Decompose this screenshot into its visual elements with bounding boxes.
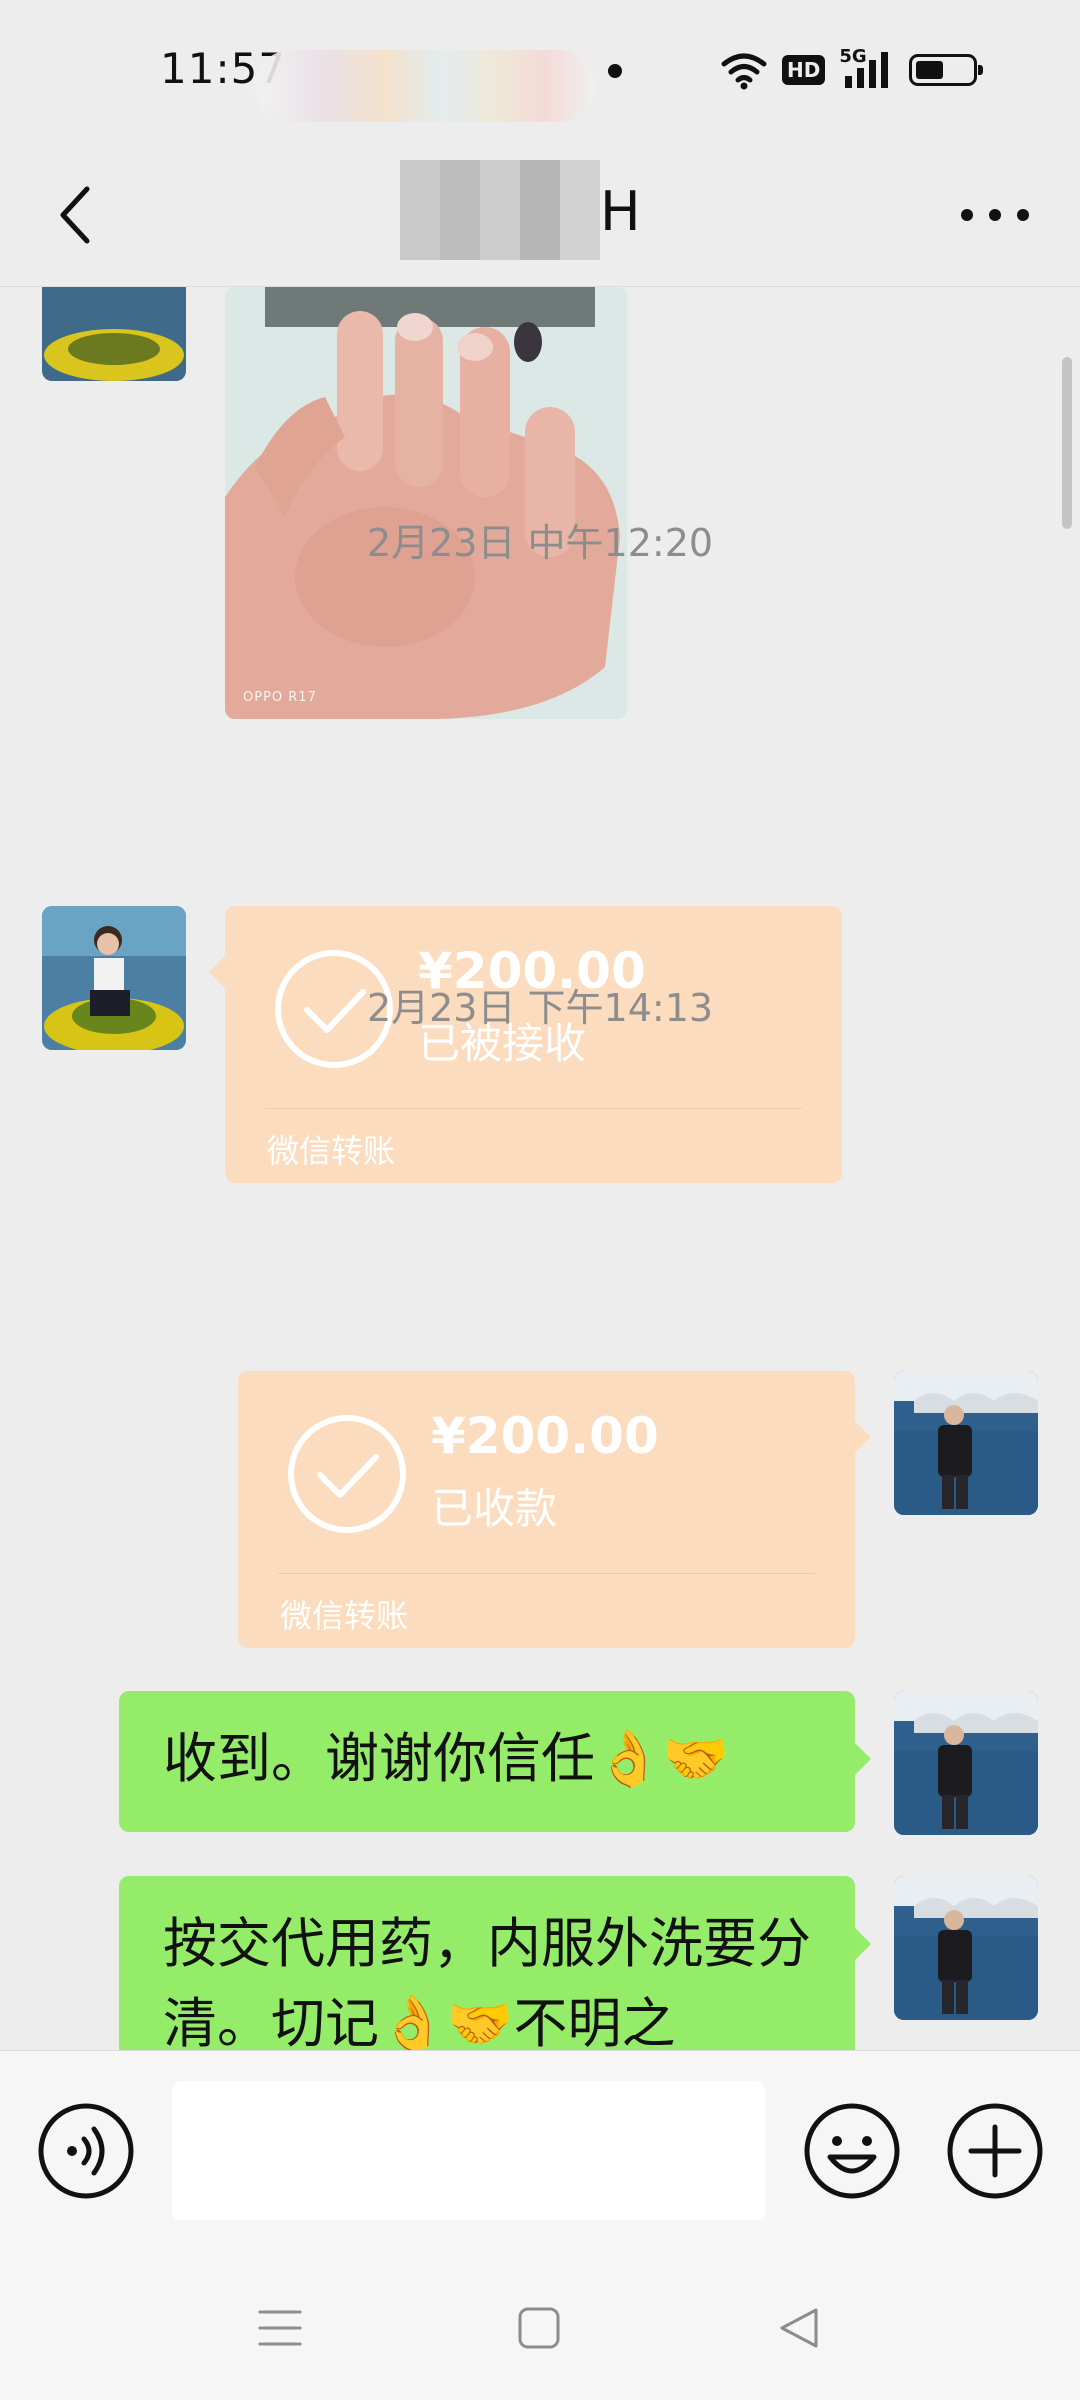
home-button[interactable] [509,2298,569,2358]
photo-watermark: OPPO R17 [243,690,317,705]
text-message-sent[interactable]: 收到。谢谢你信任👌🤝 [119,1691,871,1832]
cellular-signal-icon: 5G [839,46,895,90]
contact-avatar[interactable] [42,287,186,381]
status-icons: HD 5G [720,46,984,92]
recent-apps-button[interactable] [250,2298,310,2358]
battery-icon [909,54,984,86]
message-timestamp: 2月23日 下午14:13 [366,986,714,1030]
system-navigation-bar [0,2220,1080,2400]
plus-icon [947,2103,1043,2199]
emoji-button[interactable] [802,2101,902,2201]
back-button[interactable] [40,180,110,250]
scrollbar[interactable] [1062,357,1072,529]
status-bar: 11:57 HD 5G [0,0,1080,140]
message-input[interactable] [172,2081,765,2223]
hd-badge: HD [782,55,826,85]
divider [278,1573,815,1574]
message-text: 按交代用药，内服外洗要分清。切记👌🤝不明之 [163,1912,811,2050]
emoji-icon [804,2103,900,2199]
divider [265,1108,802,1109]
notification-dot-icon [608,64,622,78]
check-circle-icon [288,1415,406,1533]
more-button[interactable] [950,180,1040,250]
network-type-label: 5G [839,46,867,67]
chat-header: H [0,140,1080,287]
text-message-sent[interactable]: 按交代用药，内服外洗要分清。切记👌🤝不明之 [119,1876,871,2050]
my-avatar[interactable] [894,1371,1038,1515]
message-timestamp: 2月23日 中午12:20 [366,521,714,565]
message-text: 收到。谢谢你信任👌🤝 [163,1727,730,1790]
wifi-icon [721,53,767,90]
title-redaction [400,160,600,260]
transfer-label: 微信转账 [267,1132,396,1170]
system-back-button[interactable] [768,2298,828,2358]
my-avatar[interactable] [894,1691,1038,1835]
chevron-left-icon [60,186,90,244]
back-triangle-icon [780,2308,818,2348]
more-dots-icon [961,209,1029,221]
transfer-status: 已收款 [431,1484,558,1533]
more-functions-button[interactable] [945,2101,1045,2201]
transfer-message-received[interactable]: ¥200.00 已被接收 微信转账 [209,906,842,1183]
notification-icons-blurred [255,50,595,122]
transfer-message-sent[interactable]: ¥200.00 已收款 微信转账 [238,1371,871,1648]
transfer-amount: ¥200.00 [431,1407,659,1465]
voice-button[interactable] [36,2101,136,2201]
message-list[interactable]: OPPO R17 2月23日 中午12:20 ¥200.00 已被接收 微信转账… [0,287,1080,2050]
my-avatar[interactable] [894,1876,1038,2020]
transfer-label: 微信转账 [280,1597,409,1635]
chat-title-area: H [400,160,641,260]
voice-icon [38,2103,134,2199]
home-icon [518,2307,560,2349]
menu-icon [258,2310,302,2346]
photo-message[interactable]: OPPO R17 [225,287,627,719]
chat-title: H [600,180,641,243]
